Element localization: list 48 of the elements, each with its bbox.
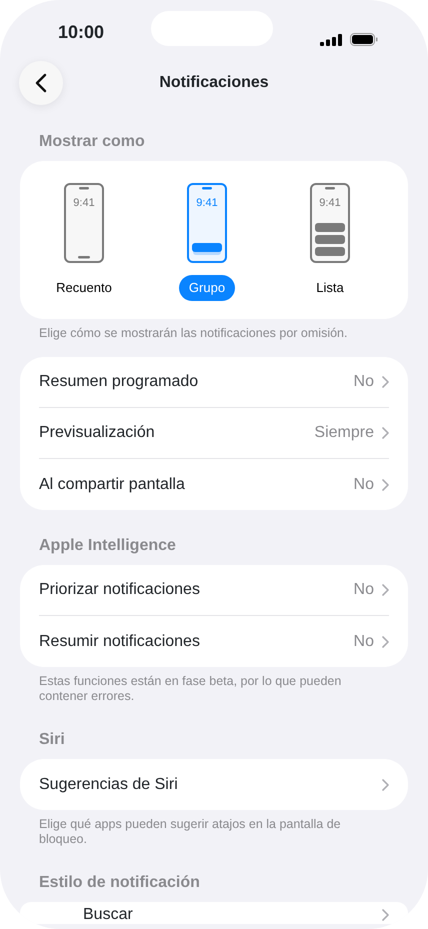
clock-text: 9:41 — [318, 196, 342, 211]
clock-text: 9:41 — [195, 196, 219, 211]
clock-text: 9:41 — [72, 196, 96, 211]
row-label: Resumen programado — [39, 372, 198, 392]
chevron-icon — [382, 376, 389, 388]
display-style-option[interactable]: Grupo — [178, 275, 236, 300]
chevron-icon — [382, 909, 389, 921]
phone-preview-icon — [310, 183, 350, 263]
row-value: No — [354, 580, 374, 600]
settings-row[interactable]: Resumir notificaciones No — [39, 616, 389, 667]
row-label: Resumir notificaciones — [39, 632, 200, 652]
row-value: No — [354, 474, 374, 494]
screen-title: Notificaciones — [159, 73, 269, 93]
display-style-option[interactable]: Lista — [306, 275, 354, 300]
row-value: No — [354, 632, 374, 652]
back-chevron-icon — [35, 73, 47, 93]
phone-preview-icon — [187, 183, 227, 263]
row-label: Al compartir pantalla — [39, 474, 185, 494]
row-label: Buscar — [83, 905, 133, 925]
section-footer: Elige qué apps pueden sugerir atajos en la pantalla de bloqueo. — [0, 810, 428, 847]
chevron-icon — [382, 778, 389, 790]
row-value: Siempre — [314, 423, 374, 443]
settings-row[interactable]: Priorizar notificaciones No — [39, 565, 389, 616]
row-label: Priorizar notificaciones — [39, 580, 200, 600]
chevron-icon — [382, 636, 389, 648]
section-footer: Estas funciones están en fase beta, por lo que pueden contener errores. — [0, 667, 428, 704]
settings-row[interactable]: Sugerencias de Siri — [39, 759, 389, 810]
chevron-icon — [382, 478, 389, 490]
settings-row[interactable]: Al compartir pantalla No — [39, 459, 389, 510]
display-style-option[interactable]: Recuento — [46, 275, 122, 300]
section-footer: Elige cómo se mostrarán las notificaciones por omisión. — [0, 319, 428, 341]
status-time: 10:00 — [58, 21, 104, 44]
settings-row[interactable]: Previsualización Siempre — [39, 408, 389, 459]
row-label: Previsualización — [39, 423, 155, 443]
settings-row[interactable]: Buscar — [39, 902, 389, 924]
chevron-icon — [382, 427, 389, 439]
battery-icon — [350, 33, 378, 46]
section-header: Apple Intelligence — [38, 536, 177, 556]
section-header: Siri — [38, 730, 66, 750]
row-label: Sugerencias de Siri — [39, 774, 178, 794]
signal-icon — [320, 34, 342, 46]
back-button[interactable] — [19, 61, 63, 105]
row-value: No — [354, 372, 374, 392]
phone-preview-icon — [64, 183, 104, 263]
section-header: Estilo de notificación — [38, 873, 201, 893]
chevron-icon — [382, 584, 389, 596]
settings-row[interactable]: Resumen programado No — [39, 357, 389, 408]
section-header: Mostrar como — [38, 132, 146, 152]
